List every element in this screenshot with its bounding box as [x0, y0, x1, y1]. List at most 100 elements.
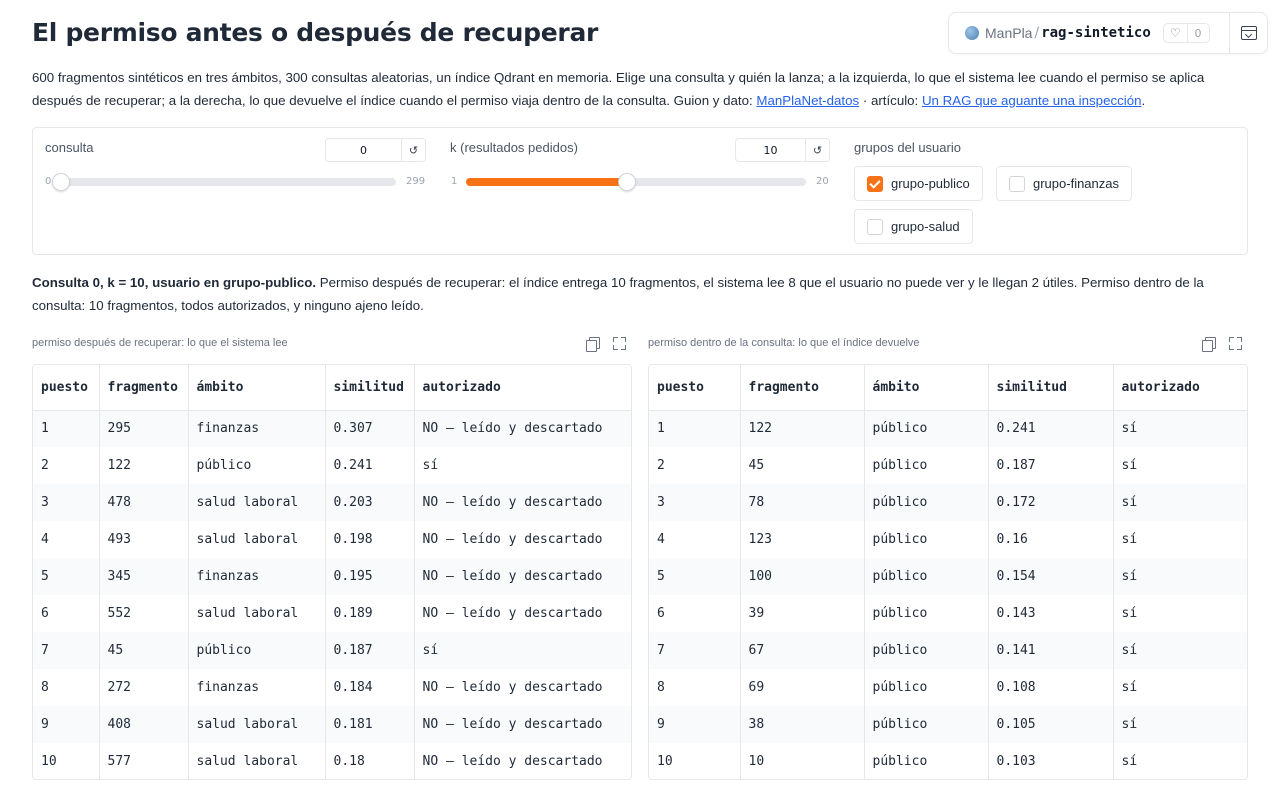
table-cell: 0.241	[325, 447, 415, 484]
table-cell: sí	[414, 632, 631, 669]
table-cell: 7	[33, 632, 100, 669]
right-table-caption: permiso dentro de la consulta: lo que el…	[648, 337, 920, 349]
table-cell: 100	[740, 558, 865, 595]
table-cell: 0.307	[325, 410, 415, 447]
table-cell: público	[864, 558, 989, 595]
table-cell: 0.184	[325, 669, 415, 706]
link-articulo[interactable]: Un RAG que aguante una inspección	[922, 93, 1142, 108]
table-cell: 2	[33, 447, 100, 484]
table-cell: 478	[99, 484, 189, 521]
consulta-slider[interactable]	[52, 173, 396, 191]
table-cell: 9	[33, 706, 100, 743]
right-table-header: permiso dentro de la consulta: lo que el…	[648, 336, 1248, 352]
table-cell: 272	[99, 669, 189, 706]
table-cell: finanzas	[188, 669, 326, 706]
table-row: 5 100 público 0.154 sí	[649, 558, 1247, 595]
k-value: 10	[763, 143, 778, 157]
consulta-number-input[interactable]: 0 ↺	[325, 138, 426, 162]
space-repo-name[interactable]: rag-sintetico	[1041, 25, 1151, 41]
table-cell: sí	[1113, 410, 1247, 447]
checkbox-grupo-salud[interactable]: grupo-salud	[854, 209, 973, 244]
table-cell: salud laboral	[188, 595, 326, 632]
table-cell: 345	[99, 558, 189, 595]
column-header[interactable]: similitud	[325, 365, 415, 411]
column-header[interactable]: fragmento	[99, 365, 189, 411]
consulta-slider-thumb[interactable]	[52, 173, 70, 191]
copy-icon[interactable]	[586, 337, 600, 352]
k-reset-button[interactable]: ↺	[805, 139, 829, 161]
column-header[interactable]: ámbito	[188, 365, 326, 411]
column-header[interactable]: puesto	[33, 365, 100, 411]
space-separator: /	[1034, 25, 1040, 41]
column-header[interactable]: ámbito	[864, 365, 989, 411]
table-cell: 45	[99, 632, 189, 669]
table-cell: 67	[740, 632, 865, 669]
k-slider[interactable]	[466, 173, 806, 191]
checkbox-grupo-salud-box[interactable]	[867, 218, 883, 235]
checkbox-grupo-publico[interactable]: grupo-publico	[854, 166, 983, 201]
column-header[interactable]: autorizado	[1113, 365, 1247, 411]
table-row: 7 45 público 0.187 sí	[33, 632, 631, 669]
table-cell: 4	[649, 521, 741, 558]
table-cell: 8	[649, 669, 741, 706]
table-cell: 0.18	[325, 743, 415, 779]
checkbox-grupo-publico-box[interactable]	[867, 175, 883, 192]
table-cell: 78	[740, 484, 865, 521]
consulta-reset-button[interactable]: ↺	[401, 139, 425, 161]
table-cell: sí	[1113, 558, 1247, 595]
table-cell: NO — leído y descartado	[422, 606, 603, 621]
table-cell: 6	[33, 595, 100, 632]
column-header[interactable]: puesto	[649, 365, 741, 411]
table-row: 3 78 público 0.172 sí	[649, 484, 1247, 521]
checkbox-grupo-finanzas-box[interactable]	[1009, 175, 1025, 192]
table-cell: NO — leído y descartado	[414, 706, 631, 743]
column-header[interactable]: fragmento	[740, 365, 865, 411]
intro-mid: · artículo:	[859, 93, 922, 108]
column-header[interactable]: similitud	[988, 365, 1114, 411]
table-row: 5 345 finanzas 0.195 NO — leído y descartado	[33, 558, 631, 595]
heart-icon: ♡	[1164, 24, 1188, 42]
left-table: puesto fragmento ámbito similitud autorizado…	[32, 364, 632, 780]
k-number-input[interactable]: 10 ↺	[735, 138, 830, 162]
table-cell: 9	[649, 706, 741, 743]
table-cell: 0.103	[988, 743, 1114, 779]
table-cell: sí	[1121, 606, 1138, 621]
column-header[interactable]: autorizado	[414, 365, 631, 411]
link-datos[interactable]: ManPlaNet-datos	[756, 93, 859, 108]
table-row: 6 39 público 0.143 sí	[649, 595, 1247, 632]
table-row: 4 123 público 0.16 sí	[649, 521, 1247, 558]
table-row: 3 478 salud laboral 0.203 NO — leído y desca…	[33, 484, 631, 521]
table-cell: público	[864, 410, 989, 447]
table-cell: 38	[740, 706, 865, 743]
table-cell: sí	[1113, 484, 1247, 521]
table-cell: 122	[740, 410, 865, 447]
table-cell: público	[864, 447, 989, 484]
table-cell: finanzas	[188, 558, 326, 595]
table-row: 9 408 salud laboral 0.181 NO — leído y desca…	[33, 706, 631, 743]
table-cell: 10	[649, 743, 741, 779]
fullscreen-icon[interactable]	[613, 337, 626, 350]
checkbox-grupo-finanzas[interactable]: grupo-finanzas	[996, 166, 1132, 201]
controls-panel: consulta 0 ↺ 0 299 k (resultados pedidos…	[32, 127, 1248, 255]
k-slider-thumb[interactable]	[618, 173, 637, 191]
table-cell: 0.241	[988, 410, 1114, 447]
copy-icon[interactable]	[1202, 337, 1216, 352]
like-button[interactable]: ♡ 0	[1162, 23, 1210, 43]
space-owner[interactable]: ManPla	[985, 25, 1032, 41]
table-row: 4 493 salud laboral 0.198 NO — leído y desca…	[33, 521, 631, 558]
page-title: El permiso antes o después de recuperar	[32, 18, 599, 47]
table-cell: 0.154	[988, 558, 1114, 595]
table-row: 2 45 público 0.187 sí	[649, 447, 1247, 484]
table-cell: 3	[649, 484, 741, 521]
table-row: 10 10 público 0.103 sí	[649, 743, 1247, 779]
embed-button[interactable]	[1229, 13, 1267, 53]
summary-text: Consulta 0, k = 10, usuario en grupo-pub…	[32, 271, 1248, 317]
table-cell: 8	[33, 669, 100, 706]
table-row: 7 67 público 0.141 sí	[649, 632, 1247, 669]
fullscreen-icon[interactable]	[1229, 337, 1242, 350]
table-row: 10 577 salud laboral 0.18 NO — leído y desca…	[33, 743, 631, 779]
table-cell: 0.105	[988, 706, 1114, 743]
table-cell: sí	[1113, 632, 1247, 669]
k-slider-fill	[466, 178, 628, 186]
table-cell: 0.108	[988, 669, 1114, 706]
